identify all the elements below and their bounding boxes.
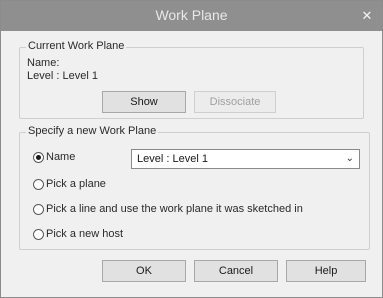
radio-name-option[interactable]: Name <box>33 150 75 166</box>
cancel-button[interactable]: Cancel <box>194 260 278 282</box>
work-plane-name-select[interactable]: Level : Level 1 ⌄ <box>131 149 360 169</box>
radio-pick-host-option[interactable]: Pick a new host <box>33 227 123 243</box>
close-icon[interactable]: ✕ <box>352 1 382 31</box>
show-button[interactable]: Show <box>102 91 186 113</box>
specify-work-plane-legend: Specify a new Work Plane <box>26 125 159 137</box>
radio-button[interactable] <box>33 203 44 215</box>
name-label: Name: <box>27 57 60 69</box>
current-work-plane-legend: Current Work Plane <box>26 40 127 52</box>
current-work-plane-group: Current Work Plane <box>19 40 364 119</box>
radio-pick-line-option[interactable]: Pick a line and use the work plane it wa… <box>33 202 303 218</box>
work-plane-dialog: Work Plane ✕ Current Work Plane Name: Le… <box>0 0 383 298</box>
dissociate-button[interactable]: Dissociate <box>194 91 276 113</box>
select-value: Level : Level 1 <box>137 153 208 165</box>
radio-button[interactable] <box>33 228 44 240</box>
title-bar[interactable]: Work Plane ✕ <box>1 1 382 31</box>
radio-button[interactable] <box>33 178 44 190</box>
radio-pick-line-label: Pick a line and use the work plane it wa… <box>46 203 303 215</box>
radio-pick-plane-label: Pick a plane <box>46 178 106 190</box>
radio-name-label: Name <box>46 151 76 163</box>
radio-button-checked[interactable] <box>33 151 44 163</box>
dialog-title: Work Plane <box>155 7 228 23</box>
help-button[interactable]: Help <box>286 260 366 282</box>
ok-button[interactable]: OK <box>102 260 186 282</box>
radio-pick-plane-option[interactable]: Pick a plane <box>33 177 106 193</box>
radio-pick-host-label: Pick a new host <box>46 228 124 240</box>
current-plane-name: Level : Level 1 <box>27 70 98 82</box>
chevron-down-icon: ⌄ <box>345 153 354 164</box>
